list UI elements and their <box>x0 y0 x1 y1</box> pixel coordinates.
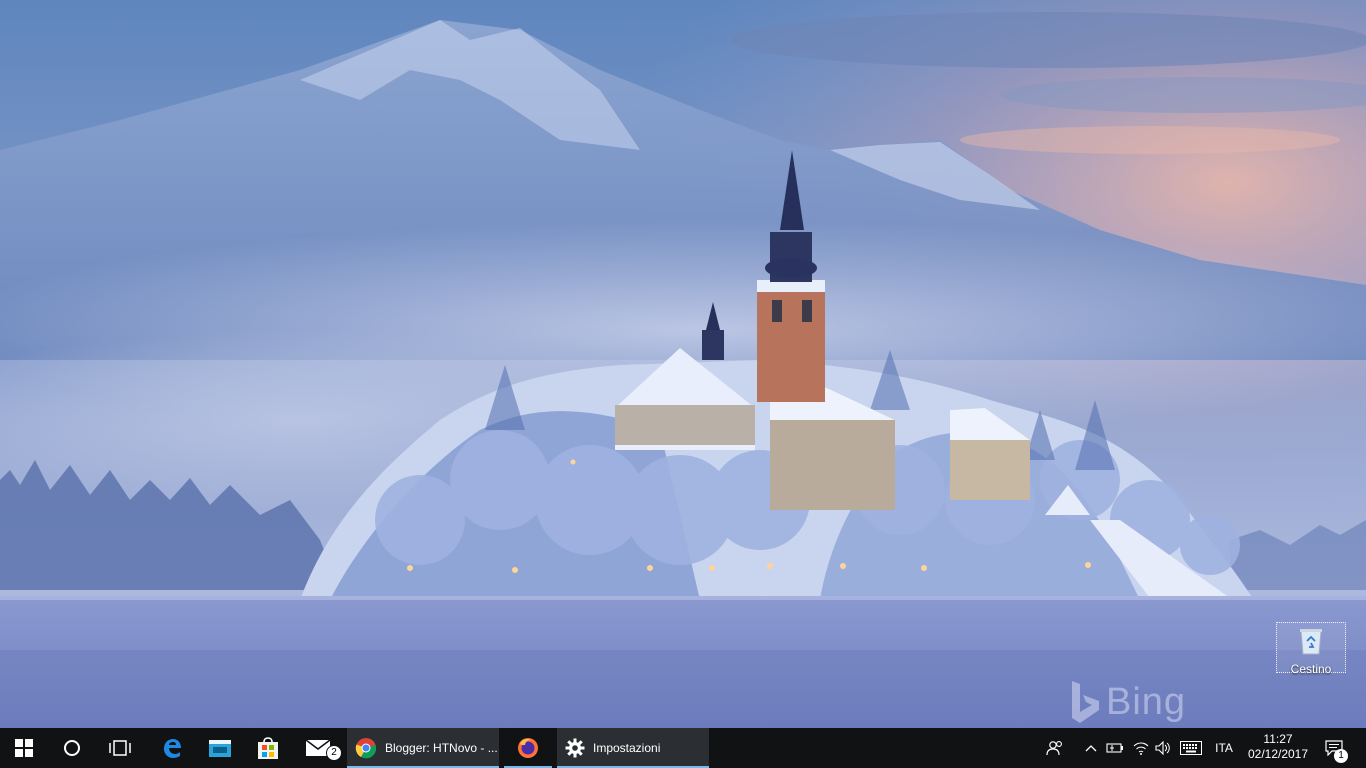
edge-icon <box>164 739 181 758</box>
settings-window-label: Impostazioni <box>593 741 661 755</box>
desktop-icon-recycle-bin[interactable]: Cestino <box>1276 622 1346 676</box>
desktop-wallpaper <box>0 0 1366 728</box>
battery-button[interactable] <box>1103 728 1127 768</box>
tray-overflow-button[interactable] <box>1080 728 1102 768</box>
gear-icon <box>565 738 585 758</box>
wifi-icon <box>1133 742 1149 755</box>
firefox-icon <box>518 738 538 758</box>
people-button[interactable] <box>1040 728 1070 768</box>
windows-logo-icon <box>15 739 33 757</box>
volume-button[interactable] <box>1151 728 1175 768</box>
store-bag-icon <box>258 737 278 759</box>
cortana-button[interactable] <box>48 728 96 768</box>
chrome-icon <box>355 738 377 759</box>
clock-time: 11:27 <box>1263 732 1293 746</box>
task-view-icon <box>109 740 131 756</box>
task-view-button[interactable] <box>96 728 144 768</box>
bing-watermark-text: Bing <box>1106 680 1187 723</box>
battery-plug-icon <box>1106 743 1123 753</box>
taskbar-firefox-button[interactable] <box>504 728 552 768</box>
cortana-circle-icon <box>64 740 80 756</box>
taskbar: 2 Blogger: HTNovo - ... Impostazioni ITA… <box>0 728 1366 768</box>
folder-icon <box>209 740 231 757</box>
desktop-icon-label: Cestino <box>1290 662 1332 676</box>
bing-watermark: Bing <box>1068 678 1186 726</box>
clock-date: 02/12/2017 <box>1247 747 1309 761</box>
chevron-up-icon <box>1085 745 1097 752</box>
taskbar-store-button[interactable] <box>244 728 292 768</box>
mail-badge: 2 <box>326 745 342 761</box>
input-language-button[interactable]: ITA <box>1208 728 1240 768</box>
taskbar-file-explorer-button[interactable] <box>196 728 244 768</box>
touch-keyboard-button[interactable] <box>1177 728 1205 768</box>
start-button[interactable] <box>0 728 48 768</box>
keyboard-icon <box>1180 741 1202 755</box>
action-center-button[interactable]: 1 <box>1316 728 1352 768</box>
clock-button[interactable]: 11:27 02/12/2017 <box>1240 728 1316 768</box>
recycle-bin-icon <box>1298 627 1324 660</box>
taskbar-settings-window[interactable]: Impostazioni <box>557 728 709 768</box>
chrome-window-label: Blogger: HTNovo - ... <box>385 741 498 755</box>
taskbar-chrome-window[interactable]: Blogger: HTNovo - ... <box>347 728 499 768</box>
network-button[interactable] <box>1129 728 1153 768</box>
taskbar-mail-button[interactable]: 2 <box>292 728 344 768</box>
notification-count-badge: 1 <box>1334 749 1348 763</box>
taskbar-edge-button[interactable] <box>148 728 196 768</box>
speaker-icon <box>1155 741 1170 755</box>
input-language: ITA <box>1215 741 1233 755</box>
bing-logo-icon <box>1072 681 1099 723</box>
people-icon <box>1046 741 1062 756</box>
